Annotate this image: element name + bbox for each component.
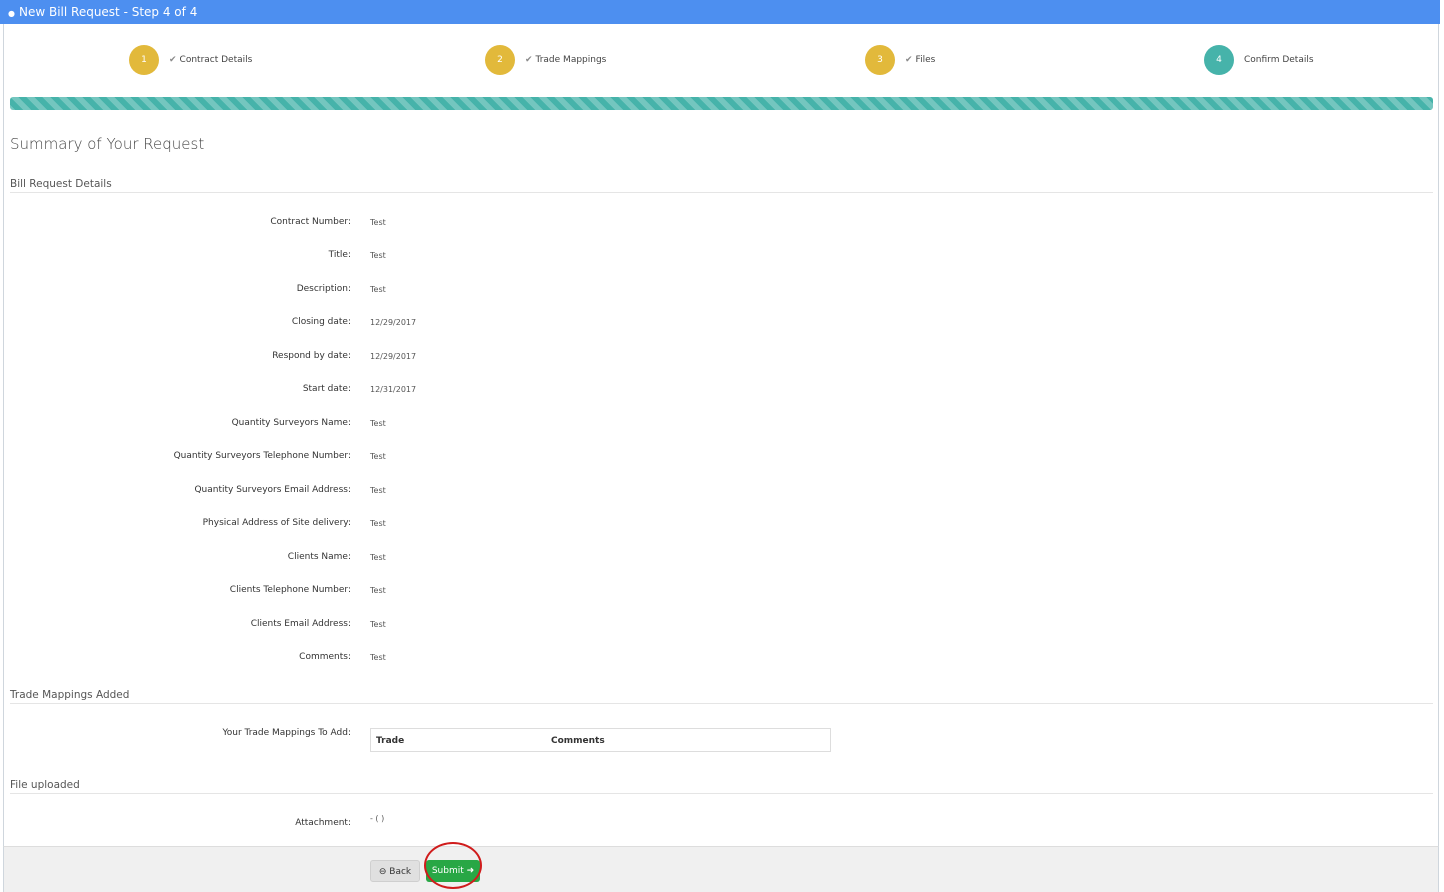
submit-arrow-icon: ➜: [466, 866, 475, 876]
detail-row: Clients Name: Test: [0, 552, 1444, 566]
back-arrow-icon: ⊖: [378, 867, 387, 877]
field-value: Test: [370, 519, 386, 528]
attachment-row: Attachment: - ( ): [0, 814, 1444, 832]
section-heading-file-uploaded: File uploaded: [10, 779, 1433, 794]
table-header-comments: Comments: [551, 736, 605, 746]
field-label: Clients Name:: [287, 552, 351, 562]
field-label: Comments:: [299, 652, 351, 662]
trade-mappings-table: Trade Comments: [370, 728, 831, 752]
checkmark-icon: ✔: [169, 55, 177, 65]
detail-row: Respond by date: 12/29/2017: [0, 351, 1444, 365]
step-contract-details[interactable]: 1 ✔ Contract Details: [129, 45, 252, 75]
field-label: Clients Telephone Number:: [229, 585, 351, 595]
section-heading-trade-mappings: Trade Mappings Added: [10, 689, 1433, 704]
detail-row: Physical Address of Site delivery: Test: [0, 518, 1444, 532]
field-label: Your Trade Mappings To Add:: [222, 728, 351, 738]
field-label: Closing date:: [291, 317, 351, 327]
field-label: Quantity Surveyors Telephone Number:: [173, 451, 351, 461]
progress-bar: [10, 97, 1433, 110]
checkmark-icon: ✔: [905, 55, 913, 65]
page-title: Summary of Your Request: [10, 135, 205, 153]
detail-row: Quantity Surveyors Name: Test: [0, 418, 1444, 432]
field-label: Attachment:: [295, 818, 351, 828]
field-value: Test: [370, 553, 386, 562]
section-heading-bill-details: Bill Request Details: [10, 178, 1433, 193]
step-files[interactable]: 3 ✔ Files: [865, 45, 935, 75]
field-value: Test: [370, 452, 386, 461]
field-value: 12/29/2017: [370, 318, 417, 327]
field-value: Test: [370, 218, 386, 227]
field-value: Test: [370, 586, 386, 595]
submit-button-label: Submit: [431, 866, 464, 876]
field-value: Test: [370, 251, 386, 260]
detail-row: Description: Test: [0, 284, 1444, 298]
field-value: Test: [370, 419, 386, 428]
field-label: Contract Number:: [270, 217, 351, 227]
field-value: 12/31/2017: [370, 385, 417, 394]
footer-bar: [3, 846, 1439, 892]
step-number-circle: 3: [865, 45, 895, 75]
step-label: Trade Mappings: [535, 55, 607, 65]
back-button[interactable]: ⊖ Back: [370, 860, 420, 882]
table-header-trade: Trade: [376, 736, 405, 746]
detail-row: Quantity Surveyors Email Address: Test: [0, 485, 1444, 499]
field-label: Quantity Surveyors Email Address:: [194, 485, 351, 495]
field-value: 12/29/2017: [370, 352, 417, 361]
step-trade-mappings[interactable]: 2 ✔ Trade Mappings: [485, 45, 606, 75]
step-label: Confirm Details: [1244, 55, 1314, 65]
detail-row: Clients Telephone Number: Test: [0, 585, 1444, 599]
step-confirm-details[interactable]: 4 Confirm Details: [1204, 45, 1314, 75]
step-number-circle: 4: [1204, 45, 1234, 75]
detail-row: Comments: Test: [0, 652, 1444, 666]
detail-row: Closing date: 12/29/2017: [0, 317, 1444, 331]
detail-row: Contract Number: Test: [0, 217, 1444, 231]
field-label: Start date:: [302, 384, 351, 394]
field-label: Respond by date:: [272, 351, 351, 361]
window-title: New Bill Request - Step 4 of 4: [18, 5, 198, 19]
step-number-circle: 2: [485, 45, 515, 75]
field-value: Test: [370, 653, 386, 662]
detail-row: Start date: 12/31/2017: [0, 384, 1444, 398]
field-label: Quantity Surveyors Name:: [231, 418, 351, 428]
step-number-circle: 1: [129, 45, 159, 75]
field-label: Description:: [296, 284, 351, 294]
submit-button[interactable]: Submit ➜: [426, 860, 480, 882]
field-value: Test: [370, 486, 386, 495]
step-label: Contract Details: [179, 55, 253, 65]
detail-row: Title: Test: [0, 250, 1444, 264]
field-label: Clients Email Address:: [250, 619, 351, 629]
attachment-link[interactable]: - ( ): [370, 814, 384, 823]
field-label: Title:: [328, 250, 351, 260]
step-label: Files: [915, 55, 936, 65]
field-label: Physical Address of Site delivery:: [202, 518, 351, 528]
lock-icon: ●: [8, 9, 15, 18]
field-value: Test: [370, 285, 386, 294]
field-value: Test: [370, 620, 386, 629]
detail-row: Quantity Surveyors Telephone Number: Tes…: [0, 451, 1444, 465]
checkmark-icon: ✔: [525, 55, 533, 65]
window-title-bar: ● New Bill Request - Step 4 of 4: [0, 0, 1440, 24]
detail-row: Clients Email Address: Test: [0, 619, 1444, 633]
back-button-label: Back: [389, 867, 412, 877]
